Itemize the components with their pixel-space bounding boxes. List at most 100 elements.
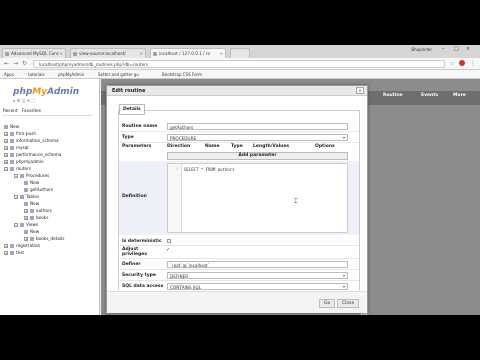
profile-name[interactable]: Bhupinder [411, 47, 432, 52]
bookmark-setter-getter[interactable]: Setter and getter gu [98, 72, 139, 77]
definer-input[interactable]: `root`@`localhost` [167, 261, 348, 268]
tree-item[interactable]: New [24, 229, 39, 236]
tree-item[interactable]: + authors [24, 208, 52, 215]
details-fieldset: Routine name getAuthors Type PROCEDURE P… [118, 110, 360, 290]
url-input[interactable]: localhost/phpmyadmin/db_routines.php?db=… [33, 60, 445, 68]
tree-item[interactable]: + information_schema [4, 138, 59, 145]
bookmark-bootstrap[interactable]: Bootstrap CSS Form [162, 72, 202, 77]
expand-icon[interactable]: + [24, 209, 28, 213]
forward-icon[interactable]: → [13, 60, 18, 67]
close-icon[interactable]: × [356, 87, 364, 94]
param-header-name: Name [205, 144, 220, 149]
back-icon[interactable]: ← [4, 60, 9, 67]
tree-item[interactable]: + test [4, 250, 24, 257]
tab-more[interactable]: More [453, 93, 466, 98]
favicon [153, 52, 157, 56]
tree-item[interactable]: New [24, 201, 39, 208]
tree-label: Tables [26, 194, 40, 199]
browser-tab-2[interactable]: view-source:localhost/ × [70, 48, 146, 58]
tree-label: books [36, 215, 49, 220]
security-type-select[interactable]: DEFINER [167, 272, 348, 279]
expand-icon[interactable]: + [4, 132, 8, 136]
collapse-icon[interactable]: − [4, 167, 8, 171]
tree-label: authors [36, 208, 52, 213]
expand-icon[interactable]: + [24, 216, 28, 220]
tree-label: registration [16, 243, 41, 248]
close-button[interactable]: Close [337, 299, 360, 308]
go-button[interactable]: Go [319, 299, 336, 308]
tab-label: localhost / 127.0.0.1 / ro [159, 51, 211, 56]
logo-my: My [32, 87, 48, 97]
new-tab-button[interactable] [230, 48, 250, 58]
routine-name-input[interactable]: getAuthors [167, 123, 348, 130]
minimize-icon[interactable]: – [442, 46, 445, 52]
bookmark-tutorials[interactable]: tutorials [28, 72, 45, 77]
expand-icon[interactable]: + [24, 237, 28, 241]
definition-code: SELECT * FROM authors [184, 167, 235, 172]
tree-item[interactable]: New [24, 180, 39, 187]
screen-frame: Advanced MySQL Conc × view-source:localho… [0, 45, 480, 315]
collapse-icon[interactable]: − [14, 174, 18, 178]
maximize-icon[interactable]: □ [454, 46, 459, 52]
database-icon [10, 153, 14, 157]
browser-tab-1[interactable]: Advanced MySQL Conc × [2, 48, 66, 58]
close-icon[interactable]: × [220, 51, 223, 56]
tab-events[interactable]: Events [421, 93, 438, 98]
recent-tab[interactable]: Recent [3, 108, 17, 113]
tab-routine[interactable]: Routine [383, 93, 403, 98]
bookmarks-bar: Apps tutorials phpMyAdmin Setter and get… [0, 70, 480, 79]
dialog-body: Routine name getAuthors Type PROCEDURE P… [107, 97, 367, 290]
expand-icon[interactable]: + [4, 244, 8, 248]
tree-label: firm-push [16, 131, 37, 136]
tree-item[interactable]: getAuthors [24, 187, 53, 194]
star-icon[interactable]: ☆ [450, 61, 454, 67]
tree-item[interactable]: + books [24, 215, 48, 222]
sql-data-access-select[interactable]: CONTAINS SQL [167, 283, 348, 290]
expand-icon[interactable]: + [4, 153, 8, 157]
tree-label: New [30, 180, 40, 185]
expand-icon[interactable]: + [4, 146, 8, 150]
expand-icon[interactable]: + [4, 251, 8, 255]
navigation-panel: phpMyAdmin ⌂ ⚙ ◫ ⟳ ⬚ Recent Favorites Ne… [0, 79, 100, 315]
tree-item[interactable]: − Tables [14, 194, 39, 201]
tree-item[interactable]: + registration [4, 243, 40, 250]
tree-item[interactable]: − routers [4, 166, 31, 173]
expand-icon[interactable]: + [4, 139, 8, 143]
adjust-privileges-checkbox[interactable]: ✓ [166, 247, 170, 253]
close-icon[interactable]: × [60, 51, 63, 56]
collapse-icon[interactable]: − [14, 223, 18, 227]
bookmark-apps[interactable]: Apps [4, 72, 14, 77]
folder-icon [20, 223, 24, 227]
favorites-tab[interactable]: Favorites [22, 108, 41, 113]
new-icon [24, 181, 28, 185]
menu-icon[interactable]: ⋮ [470, 60, 476, 67]
collapse-icon[interactable]: − [14, 195, 18, 199]
browser-tab-3[interactable]: localhost / 127.0.0.1 / ro × [150, 48, 226, 58]
definition-editor[interactable]: 1 SELECT * FROM authors ⌶ [167, 163, 348, 233]
tree-item[interactable]: + performance_schema [4, 152, 61, 159]
adjust-privileges-row: Adjust privileges ✓ [119, 246, 359, 259]
tree-item[interactable]: New [4, 124, 19, 131]
tree-item[interactable]: + mysql [4, 145, 29, 152]
expand-icon[interactable]: + [4, 160, 8, 164]
extension-icon[interactable] [459, 60, 465, 66]
type-select[interactable]: PROCEDURE [167, 134, 348, 141]
routine-icon [24, 188, 28, 192]
tree-item[interactable]: − Procedures [14, 173, 49, 180]
parameters-label: Parameters [122, 144, 152, 149]
sql-data-access-row: SQL data access CONTAINS SQL [119, 281, 359, 290]
new-icon [4, 125, 8, 129]
bookmark-phpmyadmin[interactable]: phpMyAdmin [58, 72, 84, 77]
window-close-icon[interactable]: × [466, 46, 470, 52]
deterministic-checkbox[interactable] [167, 239, 171, 243]
close-icon[interactable]: × [140, 51, 143, 56]
tree-item[interactable]: + firm-push [4, 131, 36, 138]
tree-item[interactable]: − Views [14, 222, 38, 229]
param-header-options: Options [315, 144, 335, 149]
sidebar-divider [2, 115, 92, 116]
phpmyadmin-logo[interactable]: phpMyAdmin [13, 87, 79, 97]
reload-icon[interactable]: ↻ [22, 60, 27, 67]
add-parameter-button[interactable]: Add parameter [167, 152, 348, 160]
tree-item[interactable]: + phpmyadmin [4, 159, 44, 166]
tree-item[interactable]: + books_details [24, 236, 64, 243]
